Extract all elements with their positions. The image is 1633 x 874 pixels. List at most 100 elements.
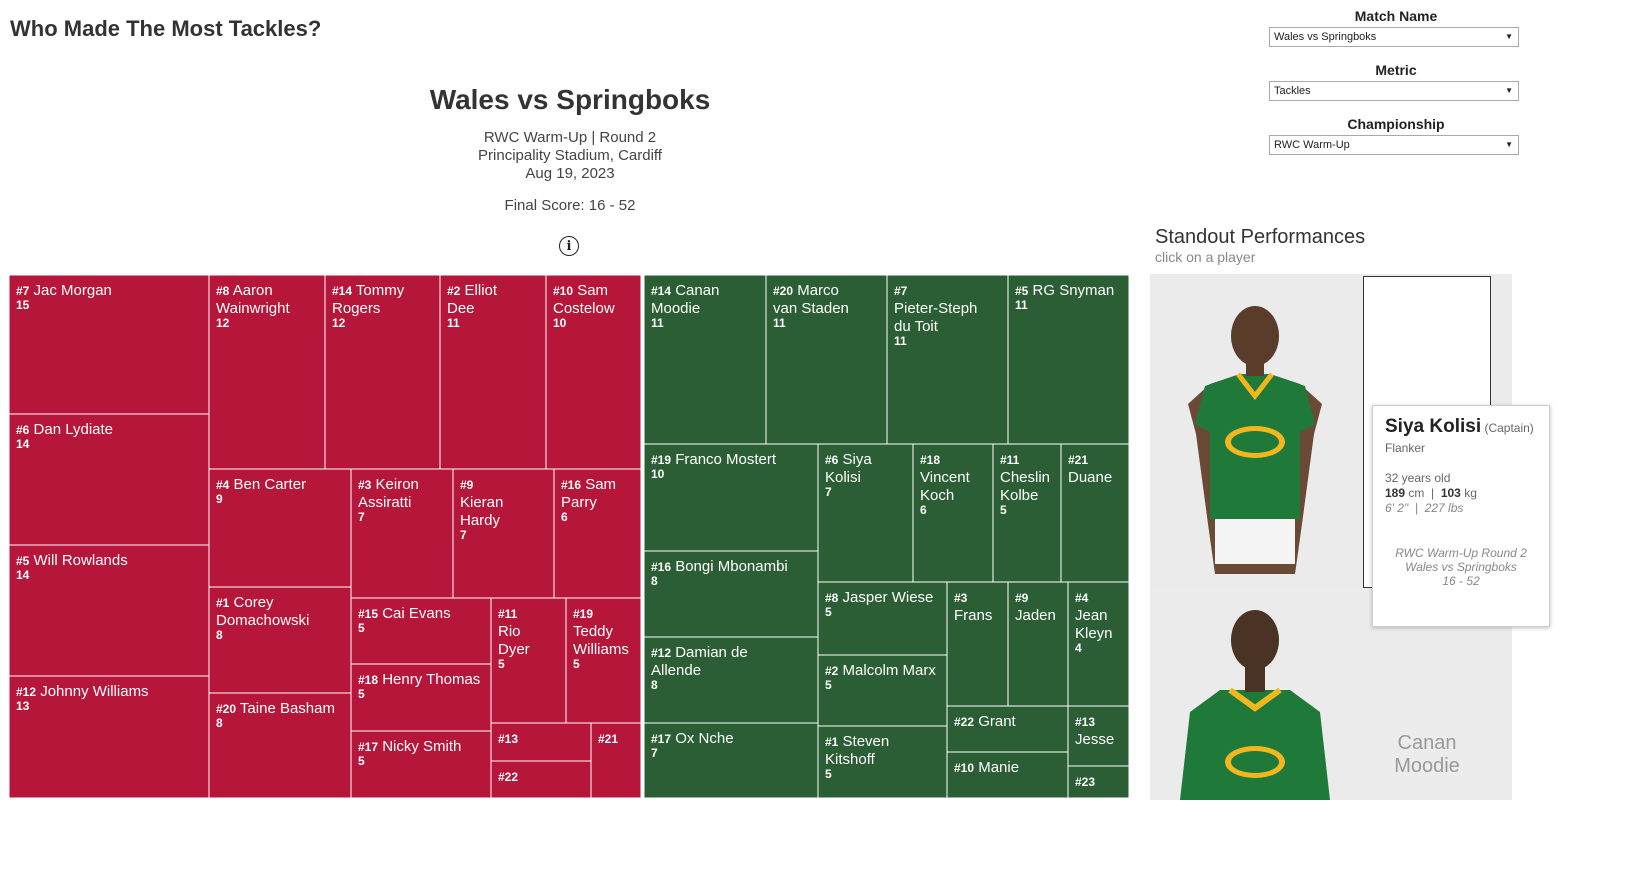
wales-group: #7 Jac Morgan15#6 Dan Lydiate14#5 Will R…: [8, 274, 642, 799]
tooltip-match-line2: Wales vs Springboks: [1405, 560, 1517, 574]
player-tile-springboks-jean-kleyn[interactable]: #4 Jean Kleyn4: [1067, 581, 1130, 707]
player-label: #3 Keiron Assiratti: [358, 476, 419, 511]
player-tackles-value: 7: [460, 528, 467, 542]
player-tile-springboks-jaden[interactable]: #9 Jaden: [1007, 581, 1069, 707]
tooltip-metric-size: 189 cm | 103 kg: [1385, 486, 1477, 500]
player-label: #4 Ben Carter: [216, 476, 306, 493]
player-tile-wales-teddy-williams[interactable]: #19 Teddy Williams5: [565, 597, 642, 724]
standout-player-name[interactable]: Canan Moodie: [1362, 732, 1492, 778]
player-tile-wales-nicky-smith[interactable]: #17 Nicky Smith5: [350, 730, 492, 799]
player-tackles-value: 5: [358, 754, 365, 768]
player-label: #23: [1075, 775, 1095, 789]
player-tile-wales-cai-evans[interactable]: #15 Cai Evans5: [350, 597, 492, 665]
player-tile-springboks-jesse[interactable]: #13 Jesse: [1067, 705, 1130, 767]
player-tackles-value: 5: [825, 605, 832, 619]
player-tile-wales-keiron-assiratti[interactable]: #3 Keiron Assiratti7: [350, 468, 454, 599]
player-tile-springboks-marco-van-staden[interactable]: #20 Marco van Staden11: [765, 274, 888, 445]
player-tile-springboks-frans[interactable]: #3 Frans: [946, 581, 1009, 707]
player-tackles-value: 8: [216, 628, 223, 642]
player-tile-springboks-malcolm-marx[interactable]: #2 Malcolm Marx5: [817, 654, 948, 727]
player-tile-wales-taine-basham[interactable]: #20 Taine Basham8: [208, 692, 352, 799]
player-tile-springboks-cheslin-kolbe[interactable]: #11 Cheslin Kolbe5: [992, 443, 1062, 583]
player-tackles-value: 8: [651, 678, 658, 692]
player-label: #18 Henry Thomas: [358, 671, 480, 688]
player-label: #7 Jac Morgan: [16, 282, 112, 299]
player-tile-springboks-steven-kitshoff[interactable]: #1 Steven Kitshoff5: [817, 725, 948, 799]
player-label: #5 RG Snyman: [1015, 282, 1114, 299]
player-tackles-value: 7: [825, 485, 832, 499]
player-tile-springboks-jasper-wiese[interactable]: #8 Jasper Wiese5: [817, 581, 948, 656]
player-tackles-value: 7: [651, 746, 658, 760]
player-label: #6 Dan Lydiate: [16, 421, 113, 438]
player-photo-graphic: [1150, 592, 1360, 800]
player-tile-wales-jac-morgan[interactable]: #7 Jac Morgan15: [8, 274, 210, 415]
player-tackles-value: 5: [358, 621, 365, 635]
player-tile-wales-johnny-williams[interactable]: #12 Johnny Williams13: [8, 675, 210, 799]
player-tackles-value: 5: [1000, 503, 1007, 517]
player-tile-wales-will-rowlands[interactable]: #5 Will Rowlands14: [8, 544, 210, 677]
player-tackles-value: 10: [553, 316, 567, 330]
player-tile-wales-dan-lydiate[interactable]: #6 Dan Lydiate14: [8, 413, 210, 546]
player-tile-springboks-ox-nche[interactable]: #17 Ox Nche7: [643, 722, 819, 799]
player-photo-siya-kolisi[interactable]: [1150, 274, 1360, 588]
player-tile-wales-22[interactable]: #22: [490, 760, 592, 799]
player-tile-springboks-grant[interactable]: #22 Grant: [946, 705, 1069, 753]
tooltip-weight: 103: [1440, 486, 1461, 500]
player-tile-springboks-rg-snyman[interactable]: #5 RG Snyman11: [1007, 274, 1130, 445]
player-label: #16 Bongi Mbonambi: [651, 558, 788, 575]
player-tackles-value: 8: [651, 574, 658, 588]
tooltip-match-line1: RWC Warm-Up Round 2: [1395, 546, 1527, 560]
player-tile-wales-rio-dyer[interactable]: #11 Rio Dyer5: [490, 597, 567, 724]
player-tackles-value: 5: [825, 678, 832, 692]
player-label: #5 Will Rowlands: [16, 552, 128, 569]
player-tackles-value: 12: [332, 316, 346, 330]
player-tile-springboks-siya-kolisi[interactable]: #6 Siya Kolisi7: [817, 443, 914, 583]
player-label: #17 Ox Nche: [651, 730, 734, 747]
player-label: #19 Franco Mostert: [651, 451, 777, 468]
tooltip-weight-imperial: 227 lbs: [1424, 501, 1464, 515]
standout-subtitle: click on a player: [1155, 249, 1256, 265]
player-tile-springboks-23[interactable]: #23: [1067, 765, 1130, 799]
player-tackles-value: 11: [651, 316, 664, 330]
player-tile-wales-13[interactable]: #13: [490, 722, 592, 762]
tooltip-player-role: (Captain): [1484, 421, 1534, 435]
player-label: #20 Taine Basham: [216, 700, 335, 717]
tooltip-match-line3: 16 - 52: [1442, 574, 1480, 588]
player-tile-wales-henry-thomas[interactable]: #18 Henry Thomas5: [350, 663, 492, 732]
player-label: #22 Grant: [954, 713, 1017, 730]
player-tackles-value: 5: [825, 767, 832, 781]
player-tile-springboks-bongi-mbonambi[interactable]: #16 Bongi Mbonambi8: [643, 550, 819, 638]
player-tackles-value: 11: [894, 334, 907, 348]
player-tile-springboks-manie[interactable]: #10 Manie: [946, 751, 1069, 799]
player-tile-springboks-vincent-koch[interactable]: #18 Vincent Koch6: [912, 443, 994, 583]
standout-title: Standout Performances: [1155, 226, 1366, 248]
player-label: #22: [498, 770, 518, 784]
player-tile-springboks-pieter-steph-du-toit[interactable]: #7 Pieter-Steph du Toit11: [886, 274, 1009, 445]
player-photo-canan-moodie[interactable]: [1150, 592, 1360, 800]
player-tile-springboks-canan-moodie[interactable]: #14 Canan Moodie11: [643, 274, 767, 445]
player-tile-wales-tommy-rogers[interactable]: #14 Tommy Rogers12: [324, 274, 441, 470]
player-tile-wales-corey-domachowski[interactable]: #1 Corey Domachowski8: [208, 586, 352, 694]
player-label: #12 Johnny Williams: [16, 683, 149, 700]
player-tackles-value: 5: [358, 687, 365, 701]
player-tile-wales-kieran-hardy[interactable]: #9 Kieran Hardy7: [452, 468, 555, 599]
player-tile-wales-sam-costelow[interactable]: #10 Sam Costelow10: [545, 274, 642, 470]
player-tile-wales-aaron-wainwright[interactable]: #8 Aaron Wainwright12: [208, 274, 326, 470]
player-label: #21: [598, 732, 618, 746]
player-label: #8 Jasper Wiese: [825, 589, 933, 606]
player-label: #10 Sam Costelow: [553, 282, 615, 317]
player-photo-graphic: [1150, 274, 1360, 588]
springboks-group: #14 Canan Moodie11#20 Marco van Staden11#7…: [643, 274, 1130, 799]
player-tile-springboks-duane[interactable]: #21 Duane: [1060, 443, 1130, 583]
player-tile-springboks-damian-de-allende[interactable]: #12 Damian de Allende8: [643, 636, 819, 724]
player-tile-wales-sam-parry[interactable]: #16 Sam Parry6: [553, 468, 642, 599]
tooltip-height-imperial: 6' 2": [1385, 501, 1409, 515]
player-label: #20 Marco van Staden: [773, 282, 849, 317]
player-tile-wales-21[interactable]: #21: [590, 722, 642, 799]
player-tile-wales-ben-carter[interactable]: #4 Ben Carter9: [208, 468, 352, 588]
player-tile-springboks-franco-mostert[interactable]: #19 Franco Mostert10: [643, 443, 819, 552]
player-tackles-value: 11: [1015, 298, 1028, 312]
player-tile-wales-elliot-dee[interactable]: #2 Elliot Dee11: [439, 274, 547, 470]
player-tackles-value: 14: [16, 437, 30, 451]
player-tackles-value: 5: [498, 657, 505, 671]
